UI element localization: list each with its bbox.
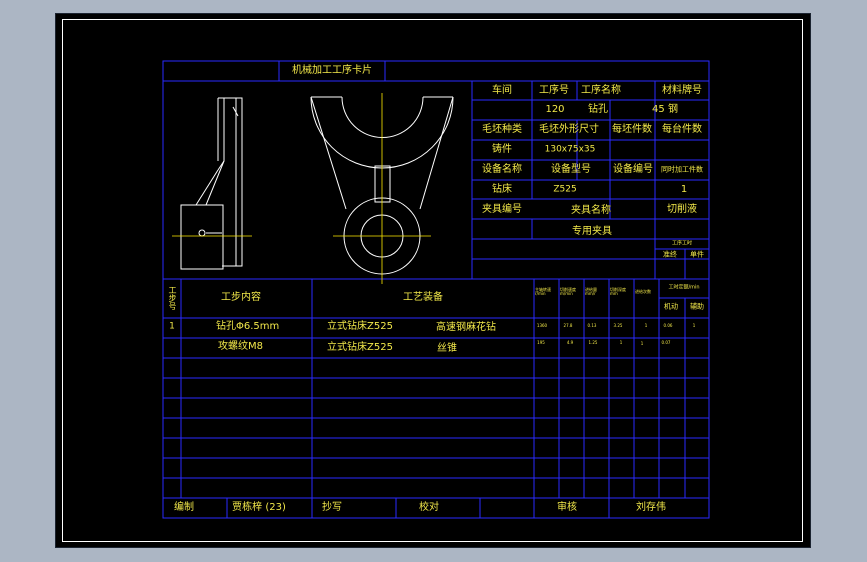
row1-machine: 立式钻床Z525	[327, 321, 393, 332]
simultaneous-label: 同时加工件数	[661, 165, 703, 174]
spindle-speed-label: 主轴转速 r/min	[535, 287, 551, 296]
designer-label: 编制	[174, 502, 194, 513]
row2-passes: 1	[640, 341, 644, 346]
row1-aux-time: 1	[692, 323, 696, 328]
material-value: 45 钢	[652, 104, 678, 115]
feed-label: 进给量 mm/r	[585, 287, 597, 296]
step-no-label: 工步号	[168, 286, 177, 310]
row1-depth: 3.25	[613, 323, 623, 328]
card-title: 机械加工工序卡片	[292, 65, 372, 76]
designer-value: 贾栋梓 (23)	[232, 502, 286, 513]
blank-type-value: 铸件	[492, 144, 512, 155]
reviewer-label: 审核	[557, 502, 577, 513]
passes-label: 进给次数	[635, 289, 651, 294]
process-no-value: 120	[545, 104, 565, 115]
coolant-label: 切削液	[667, 204, 697, 215]
row1-passes: 1	[644, 323, 648, 328]
process-name-label: 工序名称	[581, 85, 621, 96]
front-view-center-lines	[333, 93, 431, 284]
fixture-name-value: 专用夹具	[572, 226, 612, 237]
blank-type-label: 毛坯种类	[482, 124, 522, 135]
equipment-name-value: 钻床	[492, 184, 512, 195]
row1-tool: 高速钢麻花钻	[436, 322, 496, 333]
checker-label: 校对	[419, 502, 439, 513]
simultaneous-value: 1	[680, 184, 688, 195]
process-equipment-label: 工艺装备	[403, 292, 443, 303]
process-name-value: 钻孔	[588, 104, 608, 115]
blank-count-label: 每坯件数	[612, 124, 652, 135]
row1-content: 钻孔Φ6.5mm	[216, 321, 280, 332]
row2-feed: 1.25	[588, 340, 598, 345]
row2-tool: 丝锥	[437, 343, 457, 354]
process-no-label: 工序号	[539, 85, 569, 96]
row1-speed: 1360	[536, 323, 548, 328]
time-quota-label: 工时定额/min	[668, 284, 700, 291]
aux-time-label: 辅助	[690, 302, 704, 311]
step-content-label: 工步内容	[221, 292, 261, 303]
row1-feed: 0.13	[587, 323, 597, 328]
row2-content: 攻螺纹M8	[218, 341, 263, 352]
row2-machine: 立式钻床Z525	[327, 342, 393, 353]
equipment-name-label: 设备名称	[482, 164, 522, 175]
blank-size-label: 毛坯外形尺寸	[539, 124, 599, 135]
row1-step-no: 1	[169, 321, 175, 332]
piece-count-label: 每台件数	[662, 124, 702, 135]
unit-time-label: 单件	[690, 250, 704, 259]
row1-cutting: 27.8	[563, 323, 573, 328]
equipment-model-value: Z525	[553, 184, 577, 195]
material-label: 材料牌号	[662, 85, 702, 96]
drawing-label: 抄写	[322, 502, 342, 513]
row2-depth: 1	[619, 340, 623, 345]
blank-size-value: 130x75x35	[544, 144, 596, 155]
cutting-speed-label: 切削速度 m/min	[560, 287, 576, 296]
row2-machine-time: 0.07	[661, 340, 671, 345]
depth-label: 切削深度 mm	[610, 287, 626, 296]
row2-speed: 195	[537, 340, 545, 345]
process-time-label: 工序工时	[671, 240, 693, 247]
row2-cutting: 4.9	[566, 340, 574, 345]
approver-value: 刘存伟	[636, 502, 666, 513]
fixture-name-label: 夹具名称	[571, 205, 611, 216]
fixture-no-label: 夹具编号	[482, 204, 522, 215]
prep-time-label: 准终	[663, 250, 677, 259]
machine-time-label: 机动	[664, 302, 678, 311]
workshop-label: 车间	[492, 85, 512, 96]
equipment-model-label: 设备型号	[551, 164, 591, 175]
part-side-view	[180, 97, 243, 270]
process-card-drawing	[162, 60, 710, 519]
equipment-no-label: 设备编号	[613, 164, 653, 175]
row1-machine-time: 0.06	[663, 323, 673, 328]
